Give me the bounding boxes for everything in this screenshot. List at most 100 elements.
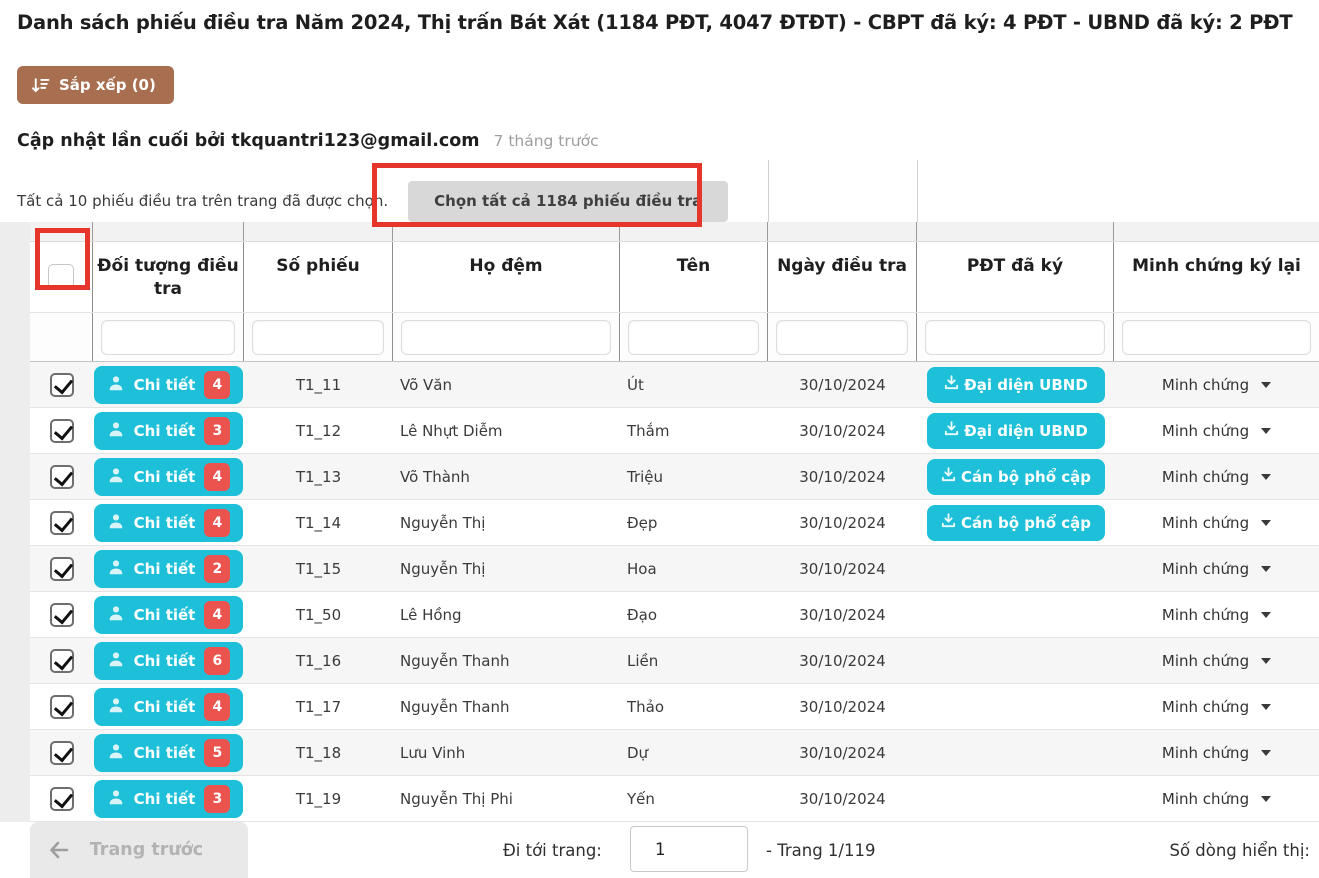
evidence-dropdown[interactable]: Minh chứng [1162, 376, 1271, 394]
column-header-so-phieu[interactable]: Số phiếu [244, 242, 393, 312]
evidence-dropdown[interactable]: Minh chứng [1162, 514, 1271, 532]
evidence-dropdown[interactable]: Minh chứng [1162, 652, 1271, 670]
cell-ten: Út [620, 362, 768, 407]
detail-button[interactable]: Chi tiết 5 [94, 734, 243, 772]
filter-input-so-phieu[interactable] [252, 320, 384, 355]
detail-button[interactable]: Chi tiết 4 [94, 366, 243, 404]
cell-ho-dem: Nguyễn Thị Phi [393, 776, 620, 821]
signed-download-button[interactable]: Cán bộ phổ cập [927, 505, 1105, 541]
row-checkbox[interactable] [50, 557, 74, 581]
row-checkbox[interactable] [50, 465, 74, 489]
cell-ngay-dieu-tra: 30/10/2024 [768, 500, 917, 545]
cell-ngay-dieu-tra: 30/10/2024 [768, 362, 917, 407]
filter-input-minh-chung[interactable] [1122, 320, 1311, 355]
detail-button[interactable]: Chi tiết 4 [94, 688, 243, 726]
table-row: Chi tiết 4 T1_11 Võ Văn Út 30/10/2024 Đạ… [30, 362, 1319, 408]
cell-ho-dem: Lê Hồng [393, 592, 620, 637]
table-row: Chi tiết 2 T1_15 Nguyễn Thị Hoa 30/10/20… [30, 546, 1319, 592]
signed-button-label: Đại diện UBND [964, 376, 1088, 394]
evidence-dropdown[interactable]: Minh chứng [1162, 790, 1271, 808]
table-row: Chi tiết 4 T1_13 Võ Thành Triệu 30/10/20… [30, 454, 1319, 500]
signed-download-button[interactable]: Đại diện UBND [927, 367, 1105, 403]
cell-pdt-da-ky: Đại diện UBND [917, 362, 1114, 407]
filter-input-doi-tuong[interactable] [101, 320, 235, 355]
cell-ho-dem: Nguyễn Thanh [393, 638, 620, 683]
row-detail-cell: Chi tiết 4 [93, 500, 244, 545]
select-all-pages-button[interactable]: Chọn tất cả 1184 phiếu điều tra [408, 181, 728, 222]
row-checkbox[interactable] [50, 787, 74, 811]
chevron-down-icon [1261, 566, 1271, 572]
survey-table: Đối tượng điều tra Số phiếu Họ đệm Tên N… [30, 222, 1319, 822]
cell-ho-dem: Lưu Vinh [393, 730, 620, 775]
filter-input-ngay-dieu-tra[interactable] [776, 320, 908, 355]
column-header-minh-chung[interactable]: Minh chứng ký lại [1114, 242, 1319, 312]
signed-button-label: Đại diện UBND [964, 422, 1088, 440]
signed-download-button[interactable]: Đại diện UBND [927, 413, 1105, 449]
evidence-dropdown[interactable]: Minh chứng [1162, 698, 1271, 716]
column-header-ho-dem[interactable]: Họ đệm [393, 242, 620, 312]
evidence-dropdown[interactable]: Minh chứng [1162, 468, 1271, 486]
cell-ho-dem: Nguyễn Thanh [393, 684, 620, 729]
row-detail-cell: Chi tiết 6 [93, 638, 244, 683]
detail-button[interactable]: Chi tiết 4 [94, 596, 243, 634]
signed-download-button[interactable]: Cán bộ phổ cập [927, 459, 1105, 495]
row-checkbox[interactable] [50, 649, 74, 673]
sort-button[interactable]: Sắp xếp (0) [17, 66, 174, 104]
detail-count-badge: 4 [204, 693, 230, 721]
row-checkbox[interactable] [50, 419, 74, 443]
row-checkbox[interactable] [50, 511, 74, 535]
rows-per-page-label: Số dòng hiển thị: [1169, 822, 1310, 878]
detail-button[interactable]: Chi tiết 4 [94, 458, 243, 496]
cell-ngay-dieu-tra: 30/10/2024 [768, 684, 917, 729]
row-checkbox[interactable] [50, 695, 74, 719]
cell-ngay-dieu-tra: 30/10/2024 [768, 730, 917, 775]
cell-pdt-da-ky: Cán bộ phổ cập [917, 500, 1114, 545]
detail-button-label: Chi tiết [134, 514, 196, 532]
evidence-dropdown[interactable]: Minh chứng [1162, 744, 1271, 762]
cell-so-phieu: T1_11 [244, 362, 393, 407]
detail-button[interactable]: Chi tiết 3 [94, 412, 243, 450]
select-all-checkbox[interactable] [48, 264, 74, 290]
chevron-down-icon [1261, 750, 1271, 756]
row-checkbox[interactable] [50, 373, 74, 397]
detail-button[interactable]: Chi tiết 6 [94, 642, 243, 680]
detail-button-label: Chi tiết [134, 560, 196, 578]
detail-button[interactable]: Chi tiết 2 [94, 550, 243, 588]
filter-input-ho-dem[interactable] [401, 320, 611, 355]
evidence-dropdown-label: Minh chứng [1162, 376, 1249, 394]
column-header-doi-tuong[interactable]: Đối tượng điều tra [93, 242, 244, 312]
evidence-dropdown[interactable]: Minh chứng [1162, 606, 1271, 624]
cell-minh-chung: Minh chứng [1114, 454, 1319, 499]
column-header-ten[interactable]: Tên [620, 242, 768, 312]
evidence-dropdown[interactable]: Minh chứng [1162, 422, 1271, 440]
cell-so-phieu: T1_13 [244, 454, 393, 499]
cell-minh-chung: Minh chứng [1114, 684, 1319, 729]
person-icon [107, 420, 125, 442]
evidence-dropdown[interactable]: Minh chứng [1162, 560, 1271, 578]
previous-page-button[interactable]: Trang trước [30, 822, 248, 878]
last-updated-line: Cập nhật lần cuối bởi tkquantri123@gmail… [17, 131, 599, 151]
cell-pdt-da-ky [917, 730, 1114, 775]
cell-ho-dem: Nguyễn Thị [393, 546, 620, 591]
column-header-ngay-dieu-tra[interactable]: Ngày điều tra [768, 242, 917, 312]
cell-minh-chung: Minh chứng [1114, 408, 1319, 453]
download-icon [943, 420, 960, 441]
goto-page-input[interactable] [630, 826, 748, 872]
last-updated-by: Cập nhật lần cuối bởi tkquantri123@gmail… [17, 131, 480, 151]
column-header-pdt-da-ky[interactable]: PĐT đã ký [917, 242, 1114, 312]
detail-button[interactable]: Chi tiết 3 [94, 780, 243, 818]
row-checkbox[interactable] [50, 741, 74, 765]
filter-input-ten[interactable] [628, 320, 759, 355]
row-checkbox[interactable] [50, 603, 74, 627]
cell-minh-chung: Minh chứng [1114, 362, 1319, 407]
filter-input-pdt-da-ky[interactable] [925, 320, 1105, 355]
cell-ngay-dieu-tra: 30/10/2024 [768, 592, 917, 637]
arrow-left-icon [47, 838, 71, 862]
row-detail-cell: Chi tiết 4 [93, 684, 244, 729]
cell-pdt-da-ky: Cán bộ phổ cập [917, 454, 1114, 499]
cell-ngay-dieu-tra: 30/10/2024 [768, 408, 917, 453]
table-body: Chi tiết 4 T1_11 Võ Văn Út 30/10/2024 Đạ… [30, 362, 1319, 822]
cell-pdt-da-ky [917, 776, 1114, 821]
detail-button[interactable]: Chi tiết 4 [94, 504, 243, 542]
cell-pdt-da-ky [917, 638, 1114, 683]
